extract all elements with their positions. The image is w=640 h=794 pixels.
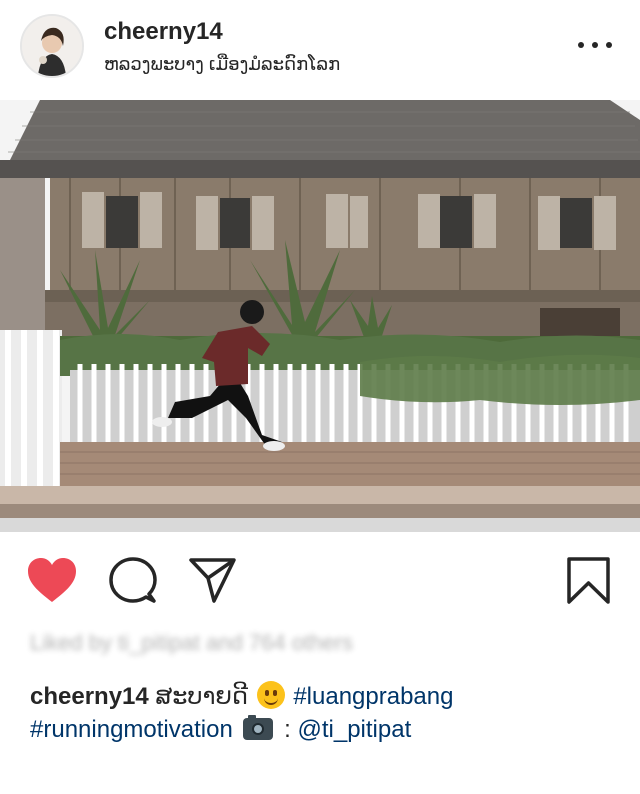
smiling-face-emoji-icon	[256, 681, 285, 709]
more-options-icon[interactable]	[578, 34, 612, 54]
action-bar	[0, 540, 640, 630]
caption-username[interactable]: cheerny14	[30, 683, 149, 710]
post-photo[interactable]	[0, 100, 640, 532]
post-caption: cheerny14 ສະບາຍດີ #luangprabang #running…	[30, 680, 620, 746]
caption-text: ສະບາຍດີ	[155, 683, 248, 710]
photo-image	[0, 100, 640, 532]
likes-count[interactable]: Liked by ti_pitipat and 764 others	[30, 630, 353, 656]
hashtag-runningmotivation[interactable]: #runningmotivation	[30, 716, 233, 743]
comment-icon[interactable]	[108, 556, 158, 606]
post-username[interactable]: cheerny14	[104, 18, 223, 46]
heart-icon[interactable]	[26, 556, 76, 606]
avatar-image	[22, 16, 82, 76]
hashtag-luangprabang[interactable]: #luangprabang	[293, 683, 453, 710]
bookmark-icon[interactable]	[566, 556, 616, 606]
post-location[interactable]: ຫລວງພະບາງ ເມືອງມໍລະດົກໂລກ	[104, 54, 340, 75]
direct-share-icon[interactable]	[188, 556, 238, 606]
caption-separator: :	[284, 716, 291, 743]
post-header: cheerny14 ຫລວງພະບາງ ເມືອງມໍລະດົກໂລກ	[0, 0, 640, 98]
camera-emoji-icon	[243, 715, 274, 740]
mention-ti-pitipat[interactable]: @ti_pitipat	[297, 716, 411, 743]
avatar[interactable]	[20, 14, 84, 78]
